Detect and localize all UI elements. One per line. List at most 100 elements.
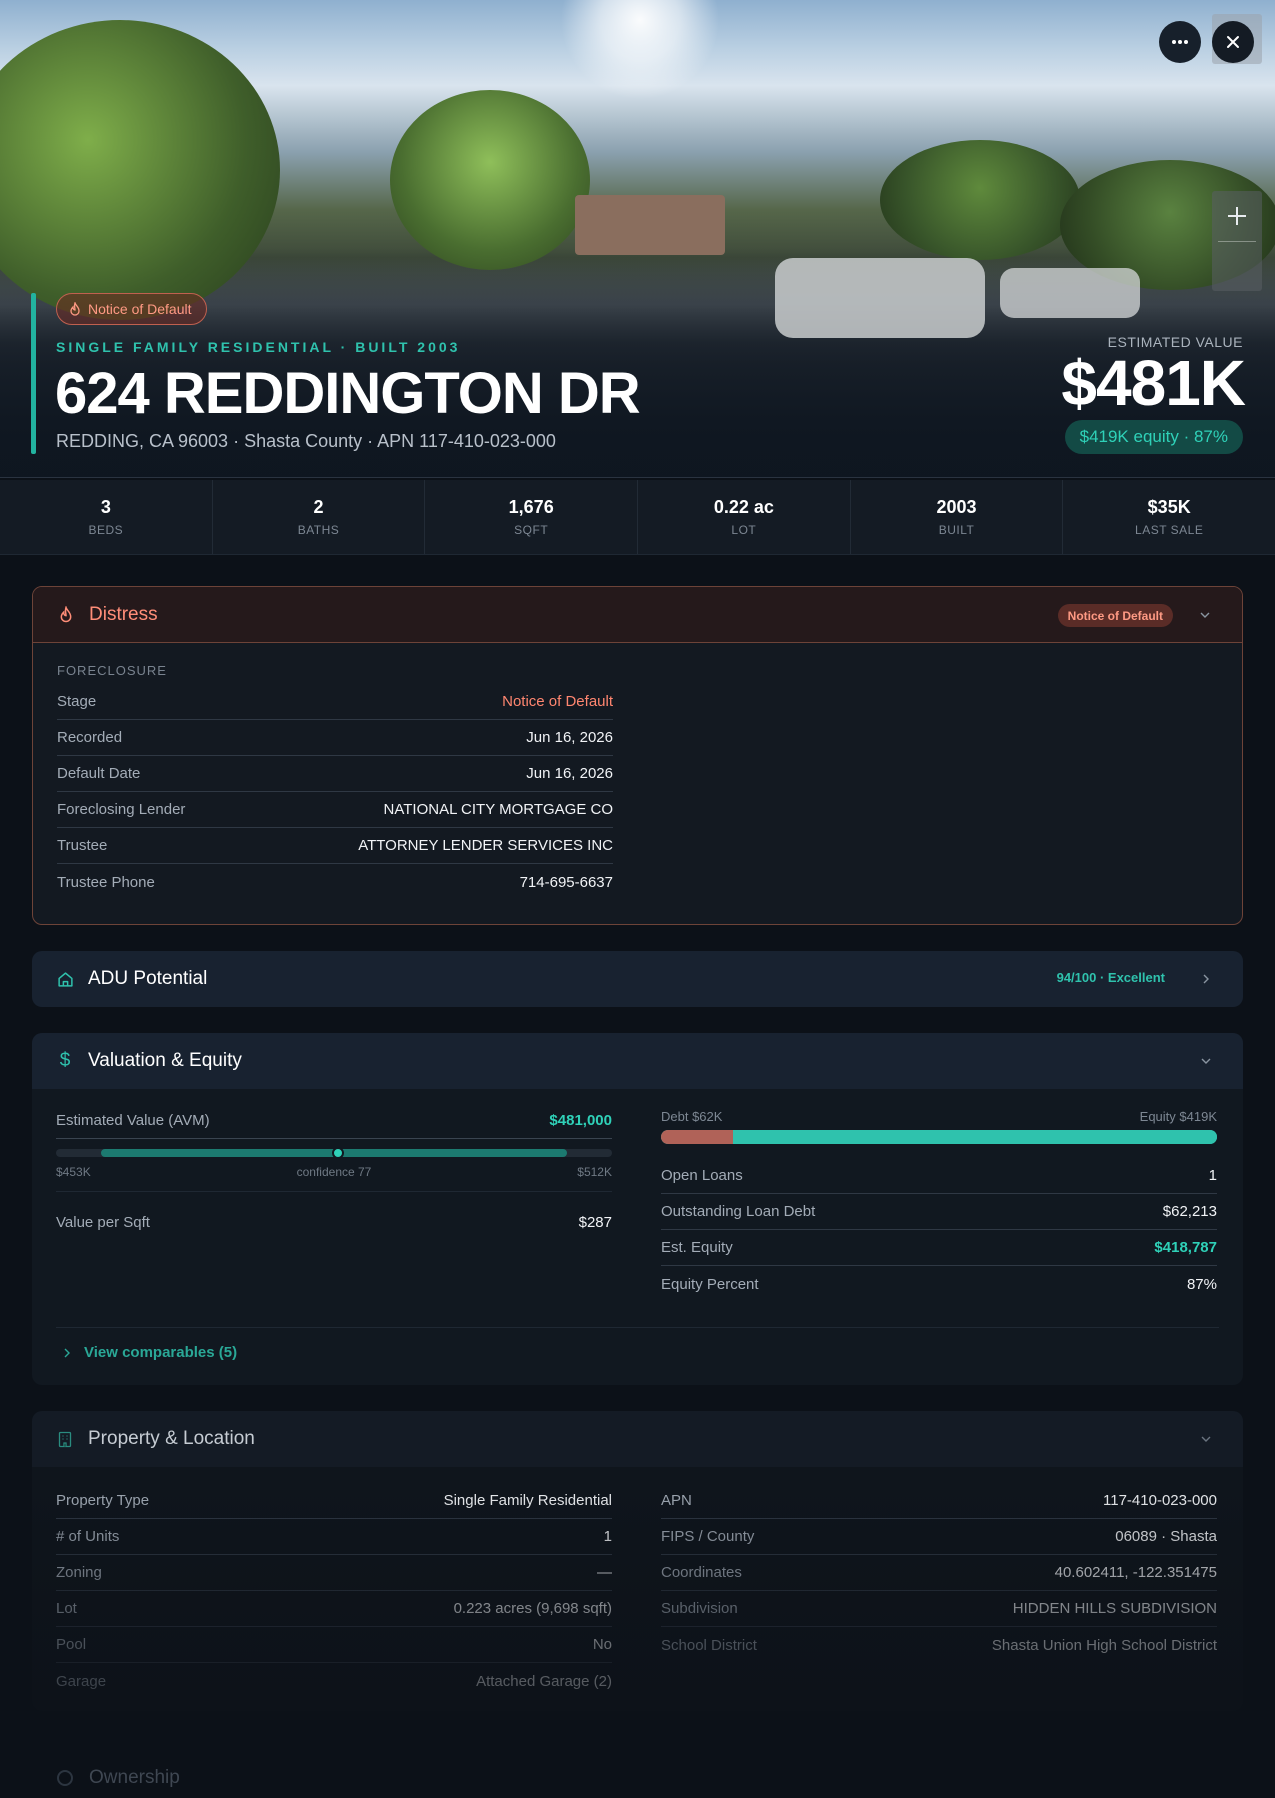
row-value: 714-695-6637: [519, 873, 613, 891]
valuation-panel: $ Valuation & Equity Estimated Value (AV…: [32, 1033, 1243, 1385]
building-icon: [56, 1430, 74, 1448]
photo-car: [1000, 268, 1140, 318]
row-value: Notice of Default: [502, 693, 613, 710]
photo-car: [775, 258, 985, 338]
photo-house: [575, 195, 725, 255]
adu-panel[interactable]: ADU Potential 94/100 · Excellent: [32, 951, 1243, 1007]
valuation-panel-header[interactable]: $ Valuation & Equity: [32, 1033, 1243, 1089]
row-key: Pool: [56, 1636, 87, 1653]
stat-value: 2003: [936, 497, 977, 517]
foreclosure-row: Trustee Phone 714-695-6637: [57, 864, 613, 900]
foreclosure-row: Trustee ATTORNEY LENDER SERVICES INC: [57, 828, 613, 864]
chevron-down-icon[interactable]: [1201, 1056, 1211, 1066]
loan-row: Est. Equity $418,787: [661, 1230, 1217, 1266]
equity-column: Debt $62K Equity $419K Open Loans 1 Outst…: [661, 1109, 1217, 1302]
debt-bar-fill: [661, 1130, 734, 1144]
sun-glare: [560, 0, 720, 100]
distress-status-badge: Notice of Default: [1057, 604, 1173, 627]
foreclosure-section-label: FORECLOSURE: [57, 663, 167, 678]
loan-row: Outstanding Loan Debt $62,213: [661, 1194, 1217, 1230]
foreclosure-row: Foreclosing Lender NATIONAL CITY MORTGAGE…: [57, 792, 613, 828]
divider: [56, 1191, 612, 1192]
row-value: 06089 · Shasta: [1115, 1528, 1217, 1545]
more-horizontal-icon: [1172, 40, 1188, 44]
foreclosure-list: Stage Notice of Default Recorded Jun 16, 2…: [57, 684, 613, 900]
photo-tree: [390, 90, 590, 270]
stat-lot: 0.22 ac LOT: [638, 480, 851, 554]
foreclosure-row: Recorded Jun 16, 2026: [57, 720, 613, 756]
photo-tree: [0, 20, 280, 320]
foreclosure-details: FORECLOSURE Stage Notice of Default Recor…: [57, 663, 613, 900]
photo-tree: [880, 140, 1080, 260]
row-key: APN: [661, 1492, 692, 1509]
adu-score: 94/100 · Excellent: [1056, 970, 1165, 985]
avm-row: Estimated Value (AVM) $481,000: [56, 1103, 612, 1139]
property-panel-header[interactable]: Property & Location: [32, 1411, 1243, 1467]
home-icon: [56, 970, 74, 988]
property-row: Pool No: [56, 1627, 612, 1663]
distress-title: Distress: [89, 603, 158, 625]
row-key: Default Date: [57, 765, 141, 782]
avm-column: Estimated Value (AVM) $481,000 $453K con…: [56, 1103, 612, 1240]
property-left-list: Property Type Single Family Residential #…: [56, 1483, 612, 1699]
equity-bar-fill: [733, 1130, 1217, 1144]
zoom-out-button[interactable]: [1212, 241, 1262, 291]
row-key: Equity Percent: [661, 1275, 759, 1293]
close-button[interactable]: [1212, 21, 1254, 63]
chevron-down-icon[interactable]: [1200, 610, 1210, 620]
comparables-divider: [56, 1327, 1219, 1328]
row-key: Property Type: [56, 1492, 150, 1509]
chevron-right-icon: [64, 1348, 70, 1357]
property-subline: REDDING, CA 96003 · Shasta County · APN …: [56, 431, 556, 451]
stat-last-sale: $35K LAST SALE: [1063, 480, 1275, 554]
row-value: 1: [603, 1528, 612, 1545]
property-row: Lot 0.223 acres (9,698 sqft): [56, 1591, 612, 1627]
more-options-button[interactable]: [1159, 21, 1201, 63]
valuation-title: Valuation & Equity: [88, 1050, 242, 1071]
stat-label: LOT: [731, 523, 757, 537]
chevron-right-icon[interactable]: [1201, 974, 1211, 984]
view-comparables-label: View comparables (5): [84, 1344, 238, 1361]
row-value: 0.223 acres (9,698 sqft): [453, 1600, 612, 1617]
stat-sqft: 1,676 SQFT: [425, 480, 639, 554]
row-key: Garage: [56, 1672, 107, 1690]
row-key: Outstanding Loan Debt: [661, 1203, 816, 1220]
avm-label: Estimated Value (AVM): [56, 1112, 210, 1129]
chevron-down-icon[interactable]: [1201, 1434, 1211, 1444]
row-key: Recorded: [57, 729, 123, 746]
foreclosure-row: Default Date Jun 16, 2026: [57, 756, 613, 792]
stat-value: 2: [313, 497, 324, 517]
row-value: $287: [578, 1213, 612, 1231]
row-value: HIDDEN HILLS SUBDIVISION: [1012, 1600, 1217, 1617]
property-row: # of Units 1: [56, 1519, 612, 1555]
debt-equity-bar: [661, 1130, 1217, 1144]
estimated-value: $481K: [1061, 347, 1246, 419]
row-value: Jun 16, 2026: [526, 765, 613, 782]
property-row: FIPS / County 06089 · Shasta: [661, 1519, 1217, 1555]
foreclosure-row: Stage Notice of Default: [57, 684, 613, 720]
map-zoom-control: [1212, 191, 1262, 291]
stat-baths: 2 BATHS: [213, 480, 426, 554]
row-value: 87%: [1186, 1275, 1217, 1293]
loan-row: Equity Percent 87%: [661, 1266, 1217, 1302]
row-value: No: [592, 1636, 612, 1653]
row-key: Subdivision: [661, 1600, 738, 1617]
row-key: Zoning: [56, 1564, 102, 1581]
stat-built: 2003 BUILT: [851, 480, 1064, 554]
adu-panel-header[interactable]: ADU Potential 94/100 · Excellent: [32, 951, 1243, 1007]
ownership-title[interactable]: Ownership: [89, 1767, 180, 1789]
adu-title: ADU Potential: [88, 968, 208, 989]
property-row: Property Type Single Family Residential: [56, 1483, 612, 1519]
avm-range-marker: [332, 1147, 344, 1159]
property-address: 624 REDDINGTON DR: [55, 361, 641, 426]
avm-range-labels: $453K confidence 77 $512K: [56, 1165, 612, 1179]
zoom-in-button[interactable]: [1212, 191, 1262, 241]
distress-panel-header[interactable]: Distress Notice of Default: [33, 587, 1242, 643]
property-row: Garage Attached Garage (2): [56, 1663, 612, 1699]
stat-value: 3: [100, 497, 111, 517]
view-comparables-link[interactable]: View comparables (5): [62, 1344, 237, 1361]
property-panel: Property & Location Property Type Single …: [32, 1411, 1243, 1711]
hero-accent-bar: [31, 293, 36, 454]
dollar-icon: $: [59, 1050, 71, 1071]
debt-label: Debt $62K: [661, 1109, 723, 1124]
